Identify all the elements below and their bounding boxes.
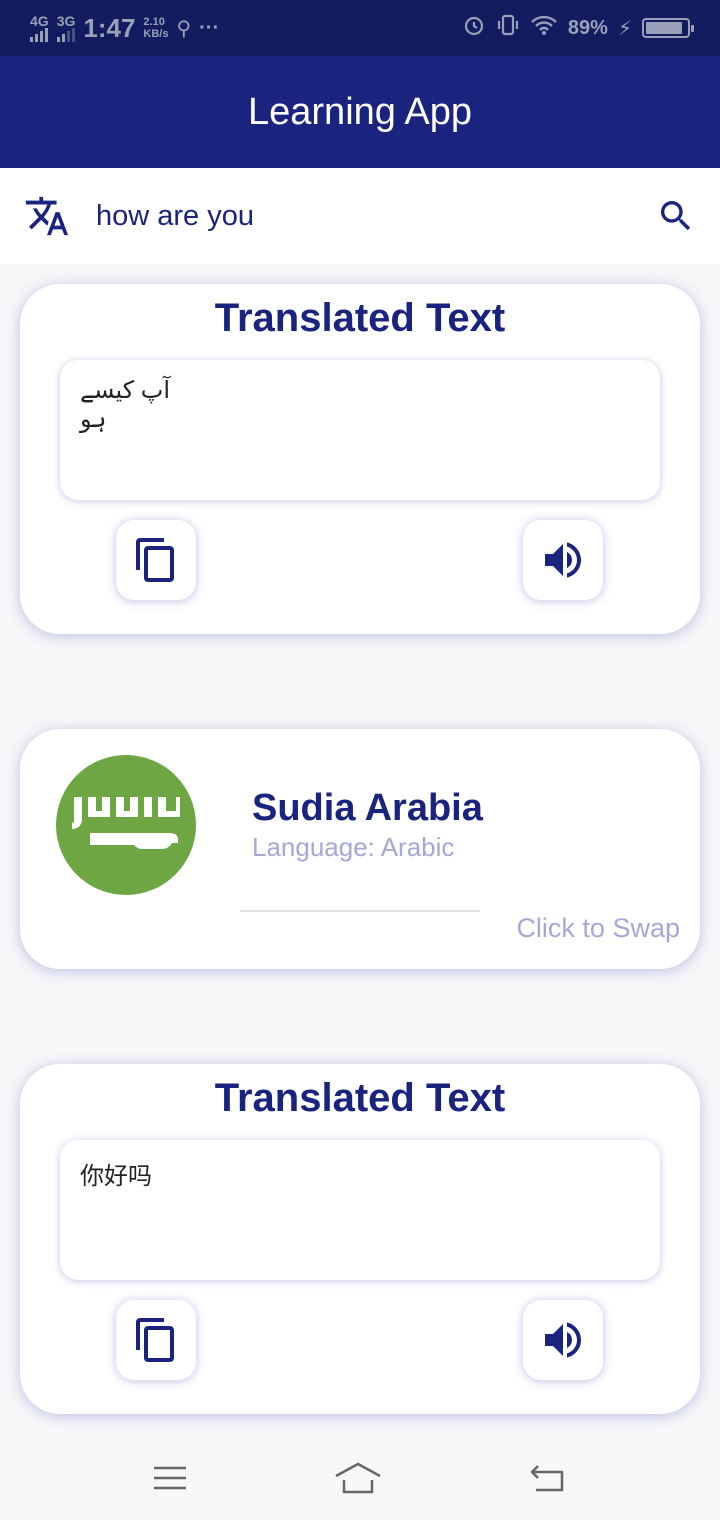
vibrate-icon (496, 13, 520, 43)
speak-button[interactable] (523, 1300, 603, 1380)
copy-button[interactable] (116, 520, 196, 600)
back-icon[interactable] (528, 1462, 568, 1494)
saudi-flag-icon (56, 755, 196, 895)
country-card[interactable]: Sudia Arabia Language: Arabic Click to S… (20, 729, 700, 969)
swap-button[interactable]: Click to Swap (516, 913, 680, 944)
search-input[interactable]: how are you (96, 200, 656, 233)
network-4g-label: 4G (30, 13, 49, 29)
network-3g-label: 3G (56, 13, 76, 29)
copy-icon (136, 538, 174, 582)
status-left: 4G 3G 1:47 2.10 KB/s ⚲ ··· (30, 13, 219, 44)
translated-text: آپ کیسے ہو (80, 377, 171, 433)
network-speed: 2.10 KB/s (143, 16, 168, 40)
battery-fill (646, 22, 682, 34)
usb-icon: ⚲ (176, 17, 192, 40)
status-bar: 4G 3G 1:47 2.10 KB/s ⚲ ··· 89% ⚡ (0, 0, 720, 56)
system-nav-bar (0, 1436, 720, 1520)
page-title: Learning App (248, 90, 472, 133)
menu-icon[interactable] (152, 1464, 188, 1492)
alarm-icon (462, 13, 486, 43)
wifi-icon (530, 14, 558, 42)
signal-4g-icon: 4G (30, 14, 49, 42)
volume-icon (545, 1322, 581, 1358)
signal-3g-icon: 3G (56, 13, 76, 42)
flag-emblem (72, 797, 180, 849)
language-label: Language: Arabic (252, 832, 455, 862)
status-time: 1:47 (83, 12, 136, 43)
copy-button[interactable] (116, 1300, 196, 1380)
translated-card-chinese: Translated Text 你好吗 (20, 1064, 700, 1414)
copy-icon (136, 1318, 174, 1362)
speed-unit: KB/s (143, 28, 169, 40)
translated-text: 你好吗 (80, 1163, 152, 1190)
translate-icon[interactable] (24, 193, 70, 239)
translated-text-box[interactable]: آپ کیسے ہو (60, 360, 660, 500)
more-notifications: ··· (199, 16, 220, 39)
charging-icon: ⚡ (617, 17, 632, 40)
app-bar: Learning App (0, 56, 720, 168)
speed-value: 2.10 (143, 15, 165, 28)
translated-text-box[interactable]: 你好吗 (60, 1140, 660, 1280)
divider (240, 910, 480, 912)
search-row: how are you (0, 168, 720, 264)
battery-percent: 89% (567, 16, 608, 39)
volume-icon (545, 542, 581, 578)
card-title: Translated Text (214, 296, 506, 340)
status-right: 89% ⚡ (462, 13, 694, 43)
speak-button[interactable] (523, 520, 603, 600)
home-icon[interactable] (333, 1460, 383, 1496)
translated-card-urdu: Translated Text آپ کیسے ہو (20, 284, 700, 634)
battery-icon (642, 18, 694, 38)
country-name: Sudia Arabia (252, 787, 483, 829)
search-icon[interactable] (656, 196, 696, 236)
card-title: Translated Text (214, 1076, 506, 1120)
